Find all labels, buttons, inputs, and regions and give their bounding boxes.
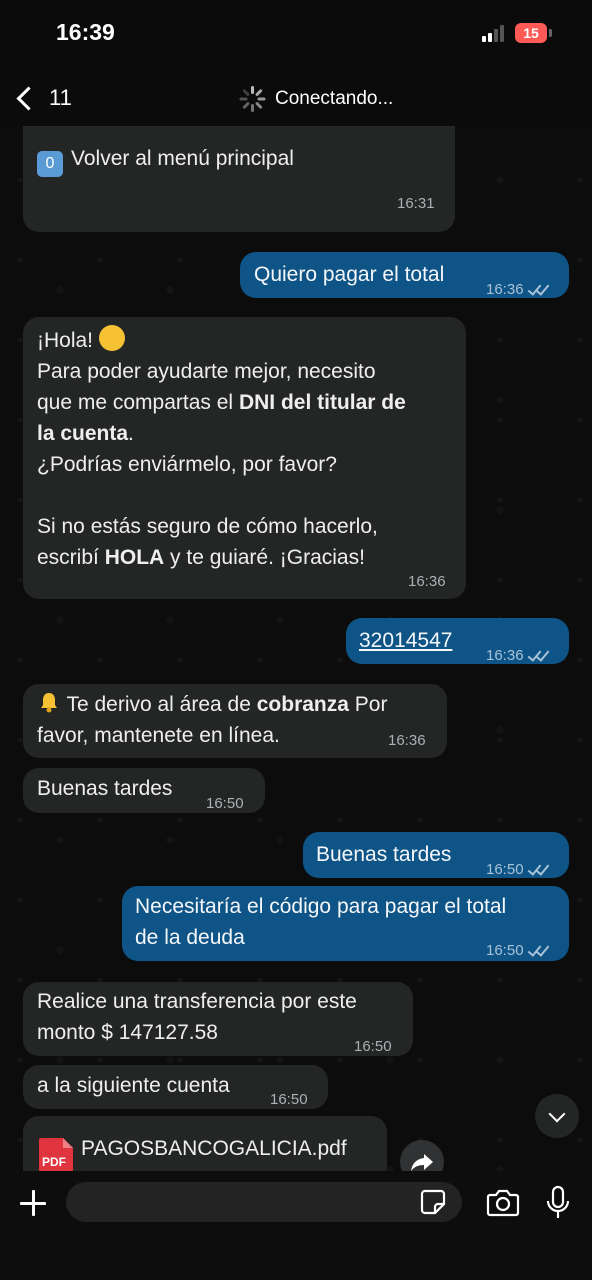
- message-incoming[interactable]: Te derivo al área de cobranza Por favor,…: [23, 684, 447, 758]
- message-time: 16:50: [270, 1091, 308, 1108]
- message-line: ¡Hola!: [37, 325, 457, 356]
- camera-icon[interactable]: [486, 1188, 520, 1218]
- back-chevron-icon: [16, 85, 41, 111]
- pdf-badge: PDF: [42, 1155, 66, 1169]
- battery-icon: 15: [515, 23, 547, 43]
- message-line: monto $ 147127.58: [37, 1021, 218, 1044]
- read-ticks-icon: [527, 281, 550, 296]
- message-time: 16:36: [486, 640, 550, 671]
- message-time: 16:36: [388, 732, 426, 749]
- message-outgoing[interactable]: Quiero pagar el total 16:36: [240, 252, 569, 298]
- spinner-icon: [239, 86, 266, 112]
- message-line: Si no estás seguro de cómo hacerlo,: [37, 515, 378, 538]
- message-time: 16:31: [397, 195, 435, 212]
- document-message[interactable]: PDF PAGOSBANCOGALICIA.pdf: [23, 1116, 387, 1171]
- message-line: Volver al menú principal: [71, 147, 294, 170]
- smiling-face-emoji-icon: [98, 325, 125, 351]
- message-time: 16:50: [486, 935, 550, 966]
- phone-link[interactable]: 32014547: [359, 625, 452, 656]
- message-line: la cuenta.: [37, 422, 134, 445]
- chat-header: 11 Conectando...: [0, 70, 592, 126]
- message-text: Realice una transferencia por este monto…: [37, 986, 407, 1048]
- message-text: ¡Hola! Para poder ayudarte mejor, necesi…: [37, 325, 457, 573]
- pdf-file-icon: PDF: [39, 1138, 73, 1171]
- read-ticks-icon: [527, 942, 550, 957]
- signal-icon: [482, 24, 510, 42]
- scroll-down-button[interactable]: [535, 1094, 579, 1138]
- bell-emoji-icon: [37, 690, 61, 714]
- message-time: 16:50: [206, 795, 244, 812]
- back-button[interactable]: 11: [14, 78, 72, 118]
- composer-bar: [0, 1171, 592, 1280]
- message-incoming[interactable]: Realice una transferencia por este monto…: [23, 982, 413, 1056]
- keycap-zero-icon: 0: [37, 151, 63, 177]
- message-incoming[interactable]: Buenas tardes 16:50: [23, 768, 265, 813]
- message-time: 16:50: [354, 1038, 392, 1055]
- battery-tip: [549, 29, 552, 37]
- document-filename[interactable]: PAGOSBANCOGALICIA.pdf: [81, 1133, 347, 1164]
- scroll-down-icon: [548, 1105, 566, 1122]
- message-incoming[interactable]: 0 Volver al menú principal 16:31: [23, 126, 455, 232]
- message-line: escribí HOLA y te guiaré. ¡Gracias!: [37, 546, 365, 569]
- message-line: Para poder ayudarte mejor, necesito: [37, 360, 376, 383]
- message-outgoing[interactable]: Buenas tardes 16:50: [303, 832, 569, 878]
- message-line: favor, mantenete en línea.: [37, 724, 280, 747]
- message-list[interactable]: 0 Volver al menú principal 16:31 Quiero p…: [0, 126, 592, 1171]
- message-incoming[interactable]: a la siguiente cuenta 16:50: [23, 1065, 328, 1109]
- message-outgoing[interactable]: 32014547 16:36: [346, 618, 569, 664]
- message-text: 0 Volver al menú principal: [37, 143, 294, 177]
- message-line: Te derivo al área de cobranza Por: [37, 689, 442, 720]
- unread-count: 11: [49, 85, 72, 110]
- connecting-text: Conectando...: [275, 88, 394, 109]
- status-time: 16:39: [56, 19, 115, 45]
- message-time: 16:36: [408, 573, 446, 590]
- message-incoming[interactable]: ¡Hola! Para poder ayudarte mejor, necesi…: [23, 317, 466, 599]
- mic-icon[interactable]: [544, 1185, 572, 1221]
- plus-icon[interactable]: [18, 1188, 48, 1218]
- status-bar: 16:39 15: [0, 0, 592, 70]
- message-text: a la siguiente cuenta: [37, 1074, 230, 1097]
- message-text: Buenas tardes: [316, 843, 452, 866]
- sticker-icon[interactable]: [420, 1189, 446, 1215]
- message-text: Te derivo al área de cobranza Por favor,…: [37, 689, 442, 751]
- read-ticks-icon: [527, 861, 550, 876]
- message-line: que me compartas el DNI del titular de: [37, 391, 406, 414]
- message-time: 16:36: [486, 274, 550, 305]
- connection-status: Conectando...: [239, 86, 393, 112]
- message-time: 16:50: [486, 854, 550, 885]
- message-text: Buenas tardes: [37, 777, 173, 800]
- message-line: Necesitaría el código para pagar el tota…: [135, 895, 507, 918]
- message-line: ¿Podrías enviármelo, por favor?: [37, 453, 337, 476]
- message-outgoing[interactable]: Necesitaría el código para pagar el tota…: [122, 886, 569, 961]
- read-ticks-icon: [527, 647, 550, 662]
- message-input[interactable]: [66, 1182, 462, 1222]
- message-text: Quiero pagar el total: [254, 263, 445, 286]
- message-line: Realice una transferencia por este: [37, 990, 357, 1013]
